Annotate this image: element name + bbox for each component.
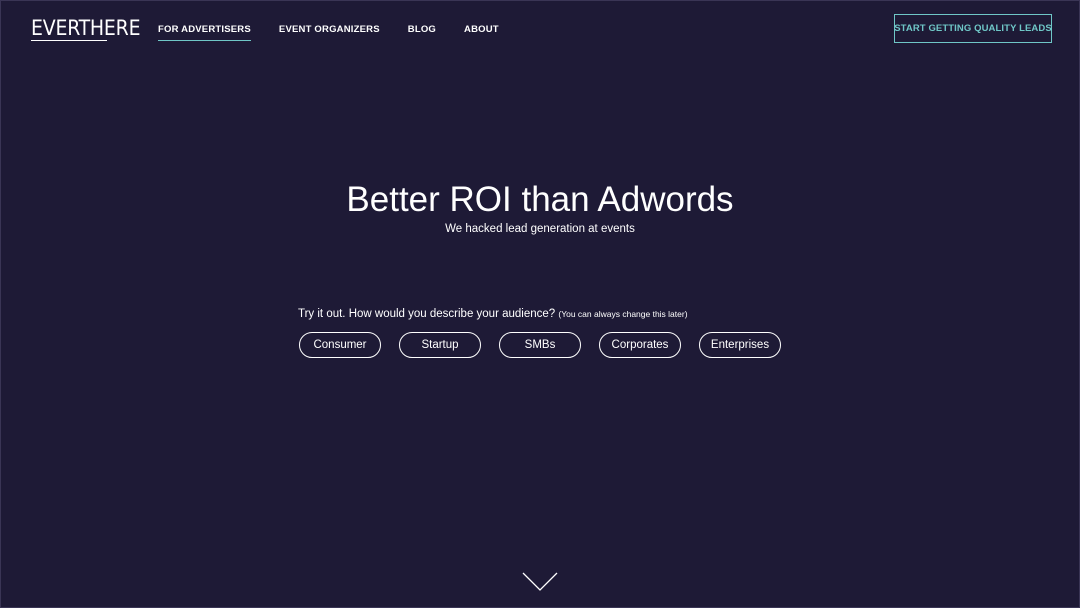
chevron-down-icon[interactable]	[522, 571, 558, 593]
audience-option-corporates[interactable]: Corporates	[599, 332, 681, 358]
audience-option-consumer[interactable]: Consumer	[299, 332, 381, 358]
audience-prompt-text: Try it out. How would you describe your …	[298, 308, 556, 320]
start-getting-leads-button[interactable]: START GETTING QUALITY LEADS	[894, 14, 1052, 43]
audience-options: Consumer Startup SMBs Corporates Enterpr…	[299, 332, 781, 358]
logo[interactable]: EVERTHERE	[31, 16, 141, 40]
nav-blog[interactable]: BLOG	[408, 24, 436, 36]
nav-about[interactable]: ABOUT	[464, 24, 499, 36]
nav-for-advertisers[interactable]: FOR ADVERTISERS	[158, 24, 251, 41]
hero-title: Better ROI than Adwords	[346, 180, 734, 219]
main-nav: FOR ADVERTISERS EVENT ORGANIZERS BLOG AB…	[158, 24, 499, 41]
audience-option-startup[interactable]: Startup	[399, 332, 481, 358]
page-frame	[0, 0, 1080, 608]
logo-underline	[31, 40, 107, 41]
nav-event-organizers[interactable]: EVENT ORGANIZERS	[279, 24, 380, 36]
hero-subtitle: We hacked lead generation at events	[445, 223, 635, 235]
audience-prompt-note: (You can always change this later)	[558, 309, 688, 319]
audience-option-smbs[interactable]: SMBs	[499, 332, 581, 358]
audience-prompt: Try it out. How would you describe your …	[298, 307, 688, 321]
audience-option-enterprises[interactable]: Enterprises	[699, 332, 781, 358]
